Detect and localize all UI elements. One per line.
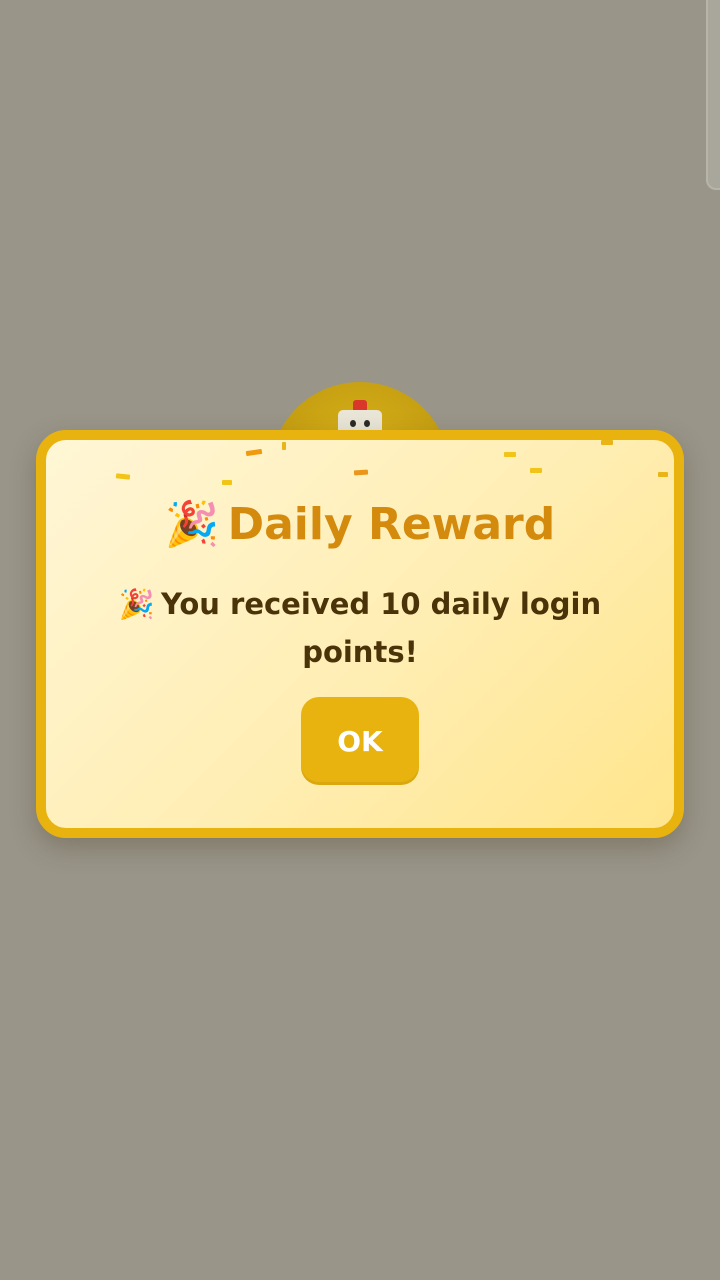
robot-antenna: [353, 400, 367, 410]
screen: 🎉 Daily Reward 🎉 You received 10 daily log…: [0, 0, 720, 1280]
daily-reward-dialog: 🎉 Daily Reward 🎉 You received 10 daily log…: [36, 430, 684, 838]
party-popper-icon: 🎉: [118, 587, 156, 621]
confetti-piece: [530, 468, 542, 473]
dialog-title-row: 🎉 Daily Reward: [46, 498, 674, 550]
confetti-piece: [353, 469, 369, 476]
party-popper-icon: 🎉: [164, 499, 220, 550]
robot-eye-right: [364, 420, 370, 427]
confetti-piece: [115, 473, 131, 480]
confetti-piece: [222, 480, 232, 485]
confetti-piece: [282, 442, 286, 450]
confetti-piece: [658, 472, 668, 477]
dialog-title: Daily Reward: [227, 499, 556, 550]
confetti-piece: [601, 440, 613, 445]
robot-eye-left: [350, 420, 356, 427]
confetti-piece: [245, 448, 263, 457]
confetti-piece: [504, 452, 516, 457]
dialog-message: You received 10 daily login points!: [161, 587, 602, 669]
dialog-message-row: 🎉 You received 10 daily login points!: [116, 580, 604, 676]
scroll-indicator[interactable]: [706, 0, 720, 190]
ok-button[interactable]: OK: [301, 697, 419, 785]
